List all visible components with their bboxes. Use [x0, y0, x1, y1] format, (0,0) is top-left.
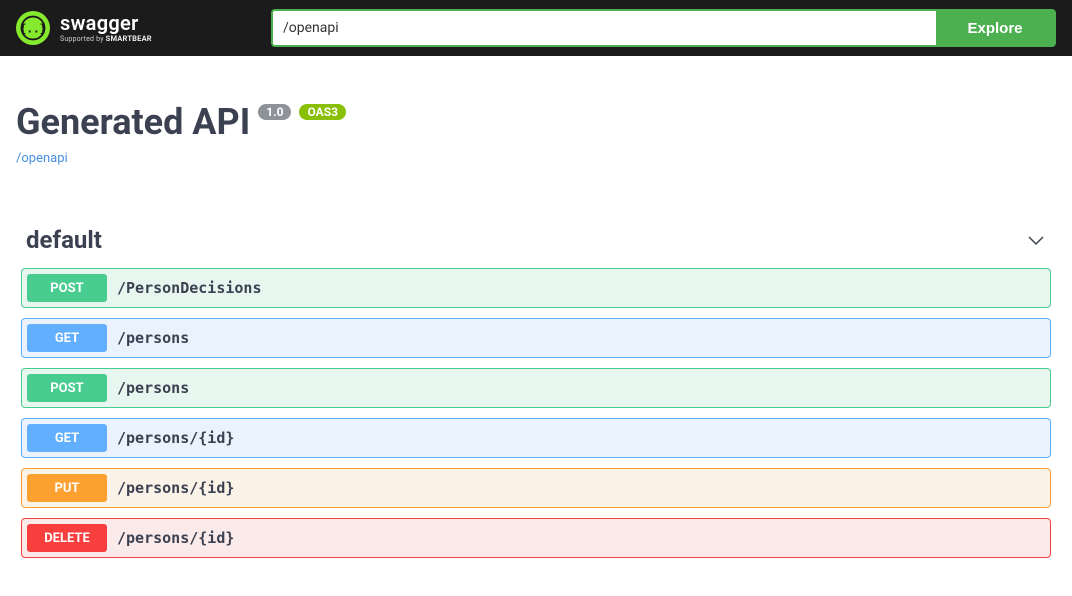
section-title: default — [26, 226, 102, 254]
method-badge: POST — [27, 274, 107, 302]
logo-text: swagger Supported by SMARTBEAR — [60, 13, 152, 43]
spec-url-input[interactable] — [271, 9, 936, 47]
oas-badge: OAS3 — [299, 104, 346, 120]
svg-text:{..}: {..} — [20, 22, 47, 35]
method-badge: DELETE — [27, 524, 107, 552]
topbar: {..} swagger Supported by SMARTBEAR Expl… — [0, 0, 1072, 56]
content: Generated API 1.0 OAS3 /openapi default … — [0, 56, 1072, 588]
operation-path: /persons — [117, 379, 189, 397]
operation-row[interactable]: DELETE /persons/{id} — [21, 518, 1051, 558]
api-title-row: Generated API 1.0 OAS3 — [16, 101, 1056, 143]
operation-row[interactable]: PUT /persons/{id} — [21, 468, 1051, 508]
logo-name: swagger — [60, 13, 152, 33]
chevron-down-icon — [1026, 230, 1046, 250]
operation-row[interactable]: POST /PersonDecisions — [21, 268, 1051, 308]
version-badge: 1.0 — [258, 104, 291, 120]
operation-path: /persons/{id} — [117, 529, 234, 547]
logo-support-line: Supported by SMARTBEAR — [60, 35, 152, 43]
swagger-icon: {..} — [16, 11, 50, 45]
operation-row[interactable]: GET /persons — [21, 318, 1051, 358]
operation-path: /persons/{id} — [117, 479, 234, 497]
spec-form: Explore — [271, 9, 1056, 47]
explore-button[interactable]: Explore — [936, 9, 1056, 47]
section-header-default[interactable]: default — [16, 221, 1056, 268]
spec-link[interactable]: /openapi — [16, 151, 68, 166]
operation-path: /PersonDecisions — [117, 279, 262, 297]
method-badge: GET — [27, 424, 107, 452]
api-title: Generated API — [16, 101, 250, 143]
method-badge: GET — [27, 324, 107, 352]
operation-path: /persons — [117, 329, 189, 347]
swagger-logo[interactable]: {..} swagger Supported by SMARTBEAR — [16, 11, 152, 45]
method-badge: POST — [27, 374, 107, 402]
operations-list: POST /PersonDecisions GET /persons POST … — [16, 268, 1056, 558]
method-badge: PUT — [27, 474, 107, 502]
operation-path: /persons/{id} — [117, 429, 234, 447]
operation-row[interactable]: GET /persons/{id} — [21, 418, 1051, 458]
operation-row[interactable]: POST /persons — [21, 368, 1051, 408]
